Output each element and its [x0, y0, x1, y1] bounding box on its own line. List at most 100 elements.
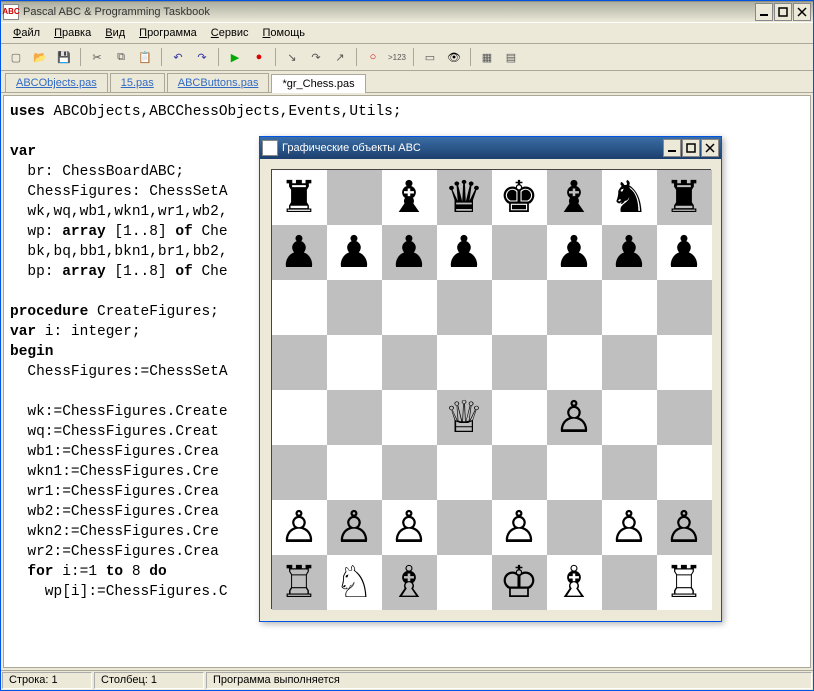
square-d8[interactable]: ♛	[437, 170, 492, 225]
chess-window[interactable]: Графические объекты ABC ♜ ♝ ♛ ♚ ♝ ♞ ♜ ♟ ♟ ♟ ♟ ♟ ♟ ♟ ♕ ♙…	[259, 136, 722, 622]
chess-piece[interactable]: ♞	[609, 176, 648, 220]
square-h1[interactable]: ♖	[657, 555, 712, 610]
square-g4[interactable]	[602, 390, 657, 445]
close-button[interactable]	[793, 3, 811, 21]
square-g2[interactable]: ♙	[602, 500, 657, 555]
chess-piece[interactable]: ♛	[444, 176, 483, 220]
stop-icon[interactable]: ●	[249, 47, 269, 67]
square-c7[interactable]: ♟	[382, 225, 437, 280]
square-c5[interactable]	[382, 335, 437, 390]
menu-item-2[interactable]: Вид	[99, 25, 131, 41]
child-close-button[interactable]	[701, 139, 719, 157]
undo-icon[interactable]: ↶	[168, 47, 188, 67]
chess-piece[interactable]: ♙	[609, 506, 648, 550]
child-maximize-button[interactable]	[682, 139, 700, 157]
square-e5[interactable]	[492, 335, 547, 390]
chess-piece[interactable]: ♟	[279, 231, 318, 275]
square-e3[interactable]	[492, 445, 547, 500]
square-d1[interactable]	[437, 555, 492, 610]
square-b1[interactable]: ♘	[327, 555, 382, 610]
square-g1[interactable]	[602, 555, 657, 610]
chess-piece[interactable]: ♜	[279, 176, 318, 220]
square-a4[interactable]	[272, 390, 327, 445]
square-a2[interactable]: ♙	[272, 500, 327, 555]
square-e8[interactable]: ♚	[492, 170, 547, 225]
square-b4[interactable]	[327, 390, 382, 445]
window-icon[interactable]: ▭	[420, 47, 440, 67]
square-a3[interactable]	[272, 445, 327, 500]
square-d4[interactable]: ♕	[437, 390, 492, 445]
props-icon[interactable]: ▤	[501, 47, 521, 67]
chess-piece[interactable]: ♙	[499, 506, 538, 550]
square-d7[interactable]: ♟	[437, 225, 492, 280]
square-a8[interactable]: ♜	[272, 170, 327, 225]
cut-icon[interactable]: ✂	[87, 47, 107, 67]
square-d5[interactable]	[437, 335, 492, 390]
maximize-button[interactable]	[774, 3, 792, 21]
chess-piece[interactable]: ♟	[554, 231, 593, 275]
breakpoint-icon[interactable]: ○	[363, 47, 383, 67]
chess-piece[interactable]: ♟	[444, 231, 483, 275]
chess-piece[interactable]: ♟	[664, 231, 703, 275]
square-h2[interactable]: ♙	[657, 500, 712, 555]
run-icon[interactable]: ▶	[225, 47, 245, 67]
chess-piece[interactable]: ♙	[389, 506, 428, 550]
square-c3[interactable]	[382, 445, 437, 500]
square-h3[interactable]	[657, 445, 712, 500]
watch-icon[interactable]: 👁	[444, 47, 464, 67]
chess-titlebar[interactable]: Графические объекты ABC	[260, 137, 721, 159]
square-a6[interactable]	[272, 280, 327, 335]
square-a5[interactable]	[272, 335, 327, 390]
chess-piece[interactable]: ♙	[334, 506, 373, 550]
square-e6[interactable]	[492, 280, 547, 335]
square-f1[interactable]: ♗	[547, 555, 602, 610]
square-c1[interactable]: ♗	[382, 555, 437, 610]
square-d2[interactable]	[437, 500, 492, 555]
square-c2[interactable]: ♙	[382, 500, 437, 555]
menu-item-4[interactable]: Сервис	[205, 25, 255, 41]
square-f3[interactable]	[547, 445, 602, 500]
chess-piece[interactable]: ♕	[444, 396, 483, 440]
chess-piece[interactable]: ♝	[554, 176, 593, 220]
square-c8[interactable]: ♝	[382, 170, 437, 225]
paste-icon[interactable]: 📋	[135, 47, 155, 67]
chess-piece[interactable]: ♟	[609, 231, 648, 275]
chess-piece[interactable]: ♗	[389, 561, 428, 605]
chess-piece[interactable]: ♟	[334, 231, 373, 275]
menu-item-5[interactable]: Помощь	[256, 25, 311, 41]
square-h5[interactable]	[657, 335, 712, 390]
tab-0[interactable]: ABCObjects.pas	[5, 73, 108, 92]
square-h8[interactable]: ♜	[657, 170, 712, 225]
chess-piece[interactable]: ♚	[499, 176, 538, 220]
open-icon[interactable]: 📂	[30, 47, 50, 67]
eval-icon[interactable]: >123	[387, 47, 407, 67]
chess-piece[interactable]: ♙	[554, 396, 593, 440]
new-file-icon[interactable]: ▢	[6, 47, 26, 67]
square-e2[interactable]: ♙	[492, 500, 547, 555]
menu-item-3[interactable]: Программа	[133, 25, 203, 41]
chess-piece[interactable]: ♘	[334, 561, 373, 605]
chess-piece[interactable]: ♔	[499, 561, 538, 605]
square-g7[interactable]: ♟	[602, 225, 657, 280]
save-icon[interactable]: 💾	[54, 47, 74, 67]
chess-piece[interactable]: ♜	[664, 176, 703, 220]
square-g8[interactable]: ♞	[602, 170, 657, 225]
minimize-button[interactable]	[755, 3, 773, 21]
chess-piece[interactable]: ♟	[389, 231, 428, 275]
square-b8[interactable]	[327, 170, 382, 225]
menu-item-1[interactable]: Правка	[48, 25, 97, 41]
square-b6[interactable]	[327, 280, 382, 335]
step-out-icon[interactable]: ↗	[330, 47, 350, 67]
chessboard[interactable]: ♜♝♛♚♝♞♜♟♟♟♟♟♟♟♕♙♙♙♙♙♙♙♖♘♗♔♗♖	[271, 169, 711, 609]
square-f2[interactable]	[547, 500, 602, 555]
square-f5[interactable]	[547, 335, 602, 390]
square-b5[interactable]	[327, 335, 382, 390]
square-e4[interactable]	[492, 390, 547, 445]
square-g6[interactable]	[602, 280, 657, 335]
square-h6[interactable]	[657, 280, 712, 335]
chess-piece[interactable]: ♝	[389, 176, 428, 220]
square-g3[interactable]	[602, 445, 657, 500]
square-g5[interactable]	[602, 335, 657, 390]
square-c4[interactable]	[382, 390, 437, 445]
square-a7[interactable]: ♟	[272, 225, 327, 280]
